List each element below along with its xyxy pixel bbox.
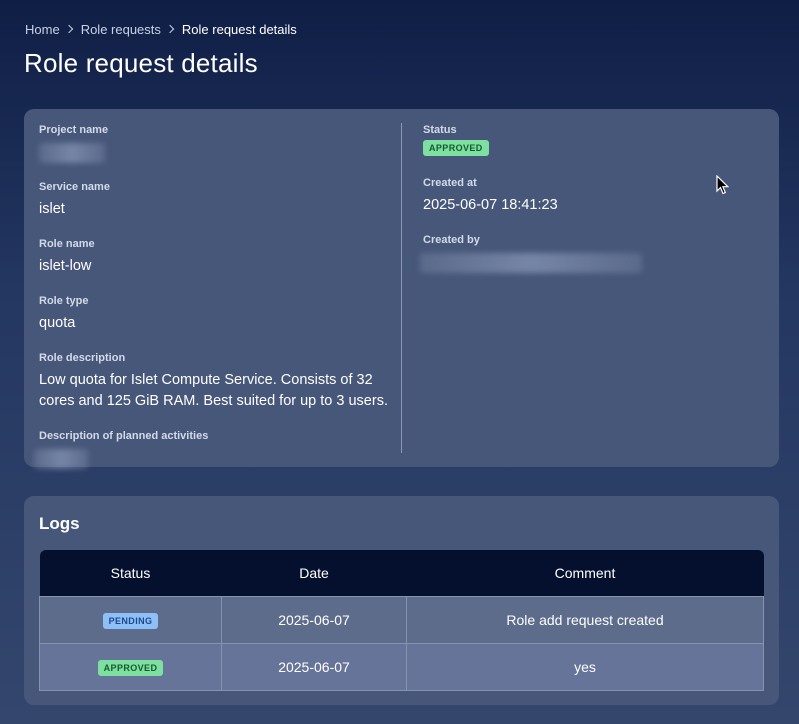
table-row: APPROVED 2025-06-07 yes — [39, 642, 764, 691]
role-type-field: Role type quota — [39, 294, 394, 334]
table-row: PENDING 2025-06-07 Role add request crea… — [39, 595, 764, 644]
chevron-right-icon — [165, 24, 175, 34]
status-label: Status — [423, 124, 457, 136]
table-cell-status: APPROVED — [39, 642, 222, 691]
created-by-field: Created by — [420, 233, 763, 273]
planned-activities-value-redacted — [34, 449, 88, 469]
page-title: Role request details — [24, 48, 258, 78]
status-badge: PENDING — [102, 612, 159, 629]
breadcrumb: Home Role requests Role request details — [25, 20, 297, 38]
role-description-label: Role description — [39, 352, 126, 364]
table-cell-comment: yes — [406, 642, 764, 691]
created-by-value-redacted — [420, 253, 642, 273]
details-card: Project name Service name islet Role nam… — [24, 109, 779, 469]
logs-header-row: Status Date Comment — [39, 550, 764, 596]
project-name-label: Project name — [39, 124, 109, 136]
status-badge: APPROVED — [97, 659, 164, 676]
role-type-value: quota — [39, 315, 76, 331]
role-name-label: Role name — [39, 238, 95, 250]
logs-title: Logs — [39, 514, 80, 533]
planned-activities-label: Description of planned activities — [39, 430, 209, 442]
created-by-label: Created by — [423, 234, 480, 246]
logs-card: Logs Status Date Comment PENDING 2025-06… — [24, 496, 779, 705]
table-cell-comment: Role add request created — [406, 595, 764, 644]
chevron-right-icon — [64, 24, 73, 34]
breadcrumb-role-requests-link[interactable]: Role requests — [81, 22, 161, 37]
breadcrumb-home-link[interactable]: Home — [25, 22, 60, 37]
status-badge: APPROVED — [423, 140, 489, 156]
breadcrumb-current: Role request details — [181, 21, 297, 37]
role-name-field: Role name islet-low — [39, 237, 394, 277]
column-header-date: Date — [221, 550, 407, 596]
status-field: Status APPROVED — [423, 123, 763, 156]
mouse-pointer-icon — [716, 175, 730, 195]
service-name-value: islet — [39, 201, 65, 217]
table-cell-date: 2025-06-07 — [221, 642, 407, 691]
project-name-value-redacted — [39, 143, 105, 163]
column-header-status: Status — [39, 550, 222, 596]
table-cell-status: PENDING — [39, 595, 222, 644]
table-cell-date: 2025-06-07 — [221, 595, 407, 644]
logs-table: Status Date Comment PENDING 2025-06-07 R… — [39, 550, 764, 691]
created-at-value: 2025-06-07 18:41:23 — [423, 197, 558, 213]
project-name-field: Project name — [39, 123, 394, 163]
column-header-comment: Comment — [406, 550, 764, 596]
role-description-value: Low quota for Islet Compute Service. Con… — [39, 372, 388, 409]
service-name-field: Service name islet — [39, 180, 394, 220]
role-type-label: Role type — [39, 295, 89, 307]
role-description-field: Role description Low quota for Islet Com… — [39, 351, 394, 412]
role-name-value: islet-low — [39, 258, 92, 274]
created-at-field: Created at 2025-06-07 18:41:23 — [423, 176, 763, 216]
details-left-column: Project name Service name islet Role nam… — [34, 123, 394, 486]
details-right-column: Status APPROVED Created at 2025-06-07 18… — [420, 123, 763, 290]
column-divider — [401, 123, 402, 453]
created-at-label: Created at — [423, 177, 477, 189]
planned-activities-field: Description of planned activities — [34, 429, 394, 469]
service-name-label: Service name — [39, 181, 110, 193]
